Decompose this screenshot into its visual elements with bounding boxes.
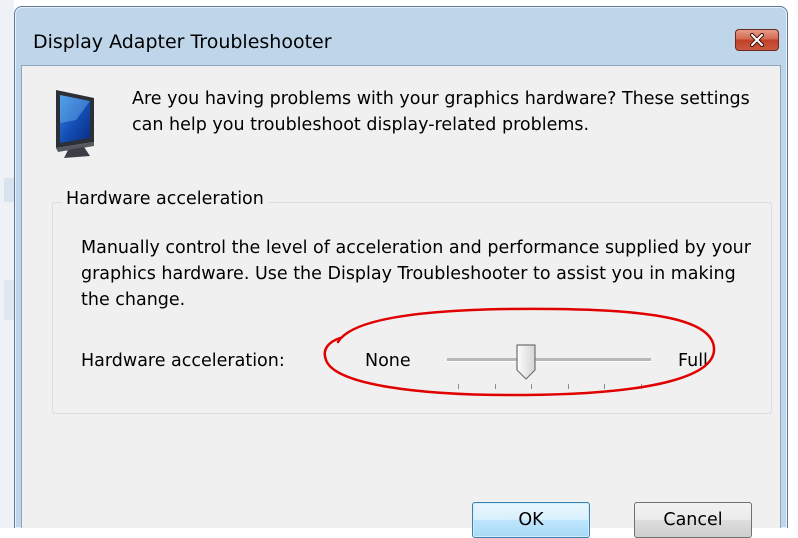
slider-tick [531, 384, 532, 389]
monitor-icon [56, 90, 94, 158]
slider-min-label: None [365, 351, 411, 371]
slider-tick [641, 384, 642, 389]
group-description: Manually control the level of accelerati… [81, 238, 751, 310]
cancel-button[interactable]: Cancel [634, 502, 752, 538]
slider-max-label: Full [678, 351, 708, 371]
desktop-fragment [4, 280, 14, 320]
close-icon [750, 33, 764, 47]
intro-text: Are you having problems with your graphi… [132, 89, 750, 135]
hardware-acceleration-group: Hardware acceleration Manually control t… [52, 189, 772, 414]
slider-tick [604, 384, 605, 389]
slider-tick [568, 384, 569, 389]
group-legend: Hardware acceleration [62, 189, 268, 209]
desktop-background [0, 0, 14, 528]
acceleration-slider-track[interactable] [447, 358, 651, 362]
acceleration-slider-thumb[interactable] [515, 344, 537, 380]
slider-tick [458, 384, 459, 389]
close-button[interactable] [735, 29, 779, 51]
desktop-fragment [4, 178, 14, 202]
ok-button[interactable]: OK [472, 502, 590, 538]
dialog-body: Are you having problems with your graphi… [21, 65, 781, 538]
slider-label: Hardware acceleration: [81, 351, 285, 371]
slider-tick [495, 384, 496, 389]
window-title: Display Adapter Troubleshooter [33, 31, 332, 53]
dialog-window: Display Adapter Troubleshooter Are you h… [14, 6, 788, 538]
